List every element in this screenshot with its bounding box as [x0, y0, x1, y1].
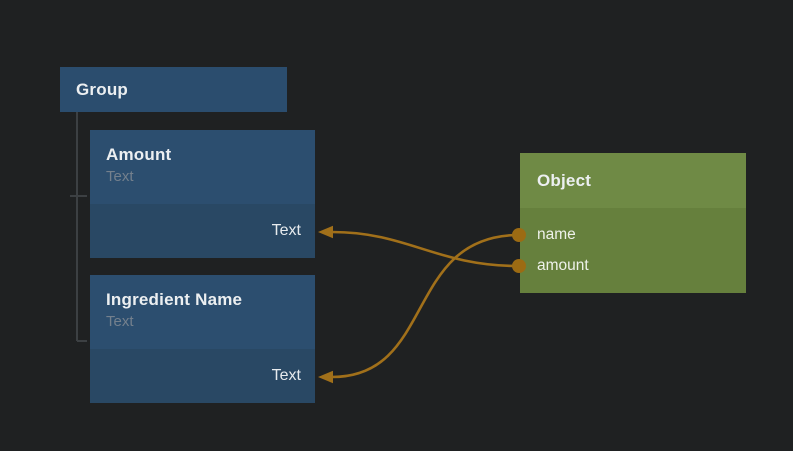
ingredient-node-body: Text — [90, 349, 315, 403]
wire-object-name-to-ingredient-text[interactable] — [332, 235, 519, 377]
wire-object-amount-to-amount-text[interactable] — [332, 232, 519, 266]
ingredient-node-subtitle: Text — [106, 313, 299, 330]
amount-node-subtitle: Text — [106, 168, 299, 185]
group-node-title: Group — [76, 80, 128, 100]
node-ingredient-name[interactable]: Ingredient Name Text Text — [90, 275, 315, 403]
object-port-name-label[interactable]: name — [537, 219, 746, 250]
ingredient-node-header: Ingredient Name Text — [90, 275, 315, 349]
object-node-header: Object — [520, 153, 746, 208]
node-object[interactable]: Object name amount — [520, 153, 746, 293]
amount-node-body: Text — [90, 204, 315, 258]
ingredient-text-input-port-label[interactable]: Text — [272, 367, 301, 385]
amount-node-title: Amount — [106, 145, 299, 165]
node-group[interactable]: Group — [60, 67, 287, 112]
arrowhead-icon — [318, 226, 333, 238]
ingredient-node-title: Ingredient Name — [106, 290, 299, 310]
amount-text-input-port-label[interactable]: Text — [272, 222, 301, 240]
object-port-amount-label[interactable]: amount — [537, 250, 746, 281]
node-editor-canvas: Group Amount Text Text Ingredient Name T… — [0, 0, 793, 451]
object-node-body: name amount — [520, 208, 746, 293]
arrowhead-icon — [318, 371, 333, 383]
amount-node-header: Amount Text — [90, 130, 315, 204]
object-node-title: Object — [537, 171, 591, 191]
node-amount[interactable]: Amount Text Text — [90, 130, 315, 258]
